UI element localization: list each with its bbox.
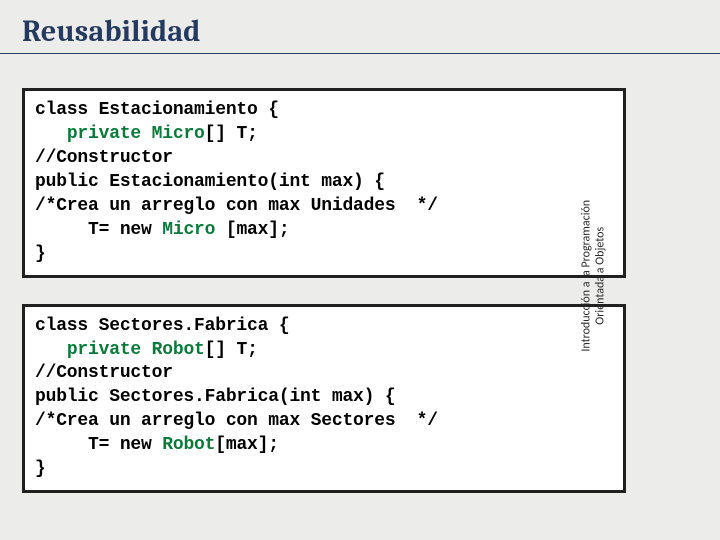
code-line: //Constructor (35, 147, 613, 171)
code-line: private Robot[] T; (35, 339, 613, 363)
code-line: class Sectores.Fabrica { (35, 315, 613, 339)
code-line: /*Crea un arreglo con max Unidades */ (35, 195, 613, 219)
code-line: private Micro[] T; (35, 123, 613, 147)
type-name: Robot (162, 435, 215, 455)
keyword-private: private (67, 340, 141, 360)
code-line: } (35, 243, 613, 267)
type-name: Robot (152, 340, 205, 360)
side-label: Introducción a la Programación Orientada… (580, 176, 609, 376)
code-line: public Sectores.Fabrica(int max) { (35, 386, 613, 410)
code-line: /*Crea un arreglo con max Sectores */ (35, 410, 613, 434)
slide: Reusabilidad class Estacionamiento { pri… (0, 0, 720, 540)
slide-title: Reusabilidad (22, 14, 698, 49)
keyword-private: private (67, 124, 141, 144)
type-name: Micro (152, 124, 205, 144)
code-line: T= new Micro [max]; (35, 219, 613, 243)
code-block-2: class Sectores.Fabrica { private Robot[]… (22, 304, 626, 494)
title-underline (0, 53, 720, 54)
code-block-1: class Estacionamiento { private Micro[] … (22, 88, 626, 278)
code-line: T= new Robot[max]; (35, 434, 613, 458)
code-line: } (35, 458, 613, 482)
code-line: //Constructor (35, 362, 613, 386)
code-line: class Estacionamiento { (35, 99, 613, 123)
side-label-line: Introducción a la Programación (580, 200, 594, 352)
type-name: Micro (162, 220, 215, 240)
side-label-line: Orientada a Objetos (594, 227, 608, 325)
code-line: public Estacionamiento(int max) { (35, 171, 613, 195)
